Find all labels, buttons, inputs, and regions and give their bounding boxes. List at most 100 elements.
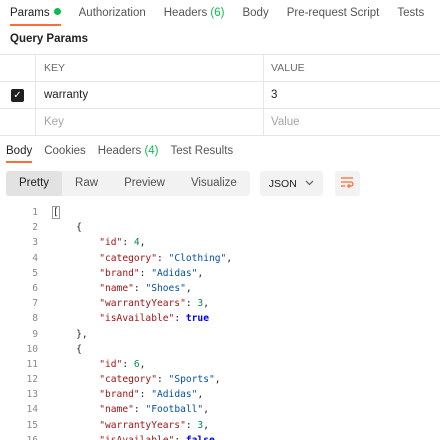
code-line: 5 "brand": "Adidas", [0,266,440,281]
params-header-row: KEY VALUE [0,55,440,82]
tab-authorization[interactable]: Authorization [79,0,146,26]
json-key: "name" [99,404,134,416]
json-punctuation: }, [76,328,88,340]
view-mode-preview[interactable]: Preview [111,171,178,196]
response-tab-cookies[interactable]: Cookies [44,139,86,163]
json-value: false [186,435,215,440]
code-line: 12 "category": "Sports", [0,372,440,387]
json-value: "Sports" [168,374,215,386]
code-line: 9 }, [0,327,440,342]
tab-label: Body [6,145,33,157]
code-line: 13 "brand": "Adidas", [0,387,440,402]
view-mode-selector: Pretty Raw Preview Visualize [6,171,250,196]
tab-tests[interactable]: Tests [397,0,424,26]
line-text: "warrantyYears": 3, [99,298,209,310]
tab-label: Authorization [78,7,146,19]
code-line: 14 "name": "Football", [0,402,440,417]
tab-body[interactable]: Body [242,0,268,26]
json-value: 6 [133,358,140,370]
params-header-key: KEY [36,55,264,81]
line-text: [ [52,205,60,220]
params-header-check [0,55,36,81]
tab-params[interactable]: Params [10,0,61,26]
json-value: "Adidas" [151,267,198,279]
format-dropdown[interactable]: JSON [259,171,323,196]
line-text: "id": 6, [99,358,146,370]
tab-count: (4) [144,145,159,157]
json-key: "warrantyYears" [99,419,186,431]
response-tabs: Body Cookies Headers (4) Test Results [0,139,440,163]
tab-label: Params [10,7,50,19]
new-key-input[interactable]: Key [36,109,264,135]
response-toolbar: Pretty Raw Preview Visualize JSON [6,171,360,196]
param-value-field[interactable]: 3 [264,82,440,108]
line-number: 11 [26,358,38,370]
line-number: 5 [32,267,38,279]
json-key: "id" [99,237,123,249]
json-value: 3 [197,419,204,431]
tab-label: Headers [163,7,208,19]
code-line: 1[ [0,205,440,220]
line-text: "isAvailable": false [53,433,215,440]
new-value-input[interactable]: Value [264,109,440,135]
code-line: 10 { [0,342,440,357]
param-checkbox-cell: ✓ [0,82,36,108]
chevron-down-icon [305,178,314,189]
view-mode-raw[interactable]: Raw [62,171,111,196]
view-mode-pretty[interactable]: Pretty [6,171,63,196]
tab-label: Body [242,7,269,19]
line-number: 9 [32,328,38,340]
wrap-lines-icon [340,176,354,191]
line-number: 8 [32,313,38,325]
line-number: 10 [26,343,38,355]
line-number: 16 [0,433,38,440]
params-header-value: VALUE [271,62,305,74]
json-key: "brand" [99,389,140,401]
tab-count: (6) [210,7,225,19]
active-indicator-dot [53,8,61,15]
line-text: "warrantyYears": 3, [99,419,209,431]
tab-label: Headers [97,145,142,157]
param-new-row: Key Value [0,109,440,136]
json-key: "isAvailable" [99,435,174,440]
tab-label: Test Results [170,145,234,157]
view-mode-visualize[interactable]: Visualize [178,171,250,196]
json-punctuation: { [76,343,82,355]
tab-label: Tests [397,7,425,19]
json-value: "Clothing" [168,252,227,264]
line-number: 14 [26,404,38,416]
tab-label: Pre-request Script [286,7,380,19]
json-key: "isAvailable" [99,313,175,325]
code-line: 2 { [0,220,440,235]
wrap-lines-button[interactable] [334,171,360,196]
param-key-field[interactable]: warranty [36,82,264,108]
param-checkbox[interactable]: ✓ [11,88,24,102]
response-tab-body[interactable]: Body [6,139,33,163]
tab-label: Cookies [44,145,86,157]
line-text: }, [53,327,88,342]
line-number: 4 [32,252,38,264]
line-text: "name": "Football", [99,404,209,416]
line-text: "brand": "Adidas", [99,389,204,401]
request-tabs: Params Authorization Headers (6) Body Pre-re… [0,0,440,26]
json-key: "warrantyYears" [99,298,186,310]
line-text: "isAvailable": true [99,313,209,325]
code-line: 3 "id": 4, [0,235,440,250]
code-line: 8 "isAvailable": true [0,311,440,326]
json-value: 4 [133,237,140,249]
line-number: 13 [26,389,38,401]
line-number: 6 [32,282,38,294]
response-body-code: 1[2 {3 "id": 4, 4 "category": "Clothing",… [0,205,440,440]
line-text: { [53,220,82,235]
code-line: 4 "category": "Clothing", [0,251,440,266]
line-number: 12 [26,374,38,386]
json-key: "name" [99,282,134,294]
response-tab-test-results[interactable]: Test Results [171,139,234,163]
tab-headers[interactable]: Headers (6) [164,0,225,26]
line-text: "id": 4, [99,237,146,249]
response-tab-headers[interactable]: Headers (4) [98,139,159,163]
line-text: "brand": "Adidas", [99,267,204,279]
code-line: 16 "isAvailable": false [0,433,440,440]
tab-pre-request-script[interactable]: Pre-request Script [287,0,380,26]
line-number: 15 [26,419,38,431]
